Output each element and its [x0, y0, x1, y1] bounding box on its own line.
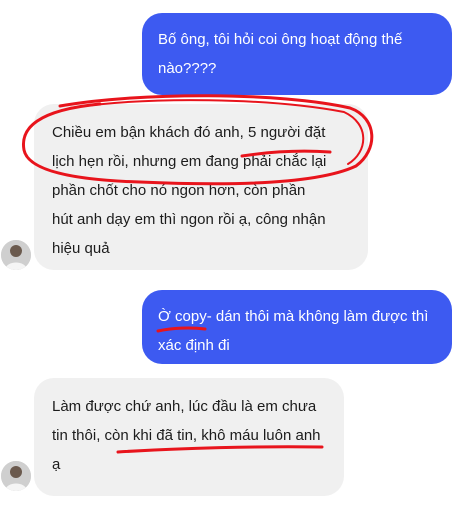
message-line: lịch hẹn rồi, nhưng em đang phải chắc lạ… — [52, 153, 327, 170]
person-icon — [1, 461, 31, 491]
message-line: nào???? — [158, 60, 217, 77]
message-line: xác định đi — [158, 337, 230, 354]
person-icon — [1, 240, 31, 270]
message-incoming[interactable]: Chiều em bận khách đó anh, 5 người đặt l… — [34, 104, 368, 270]
contact-avatar[interactable] — [1, 461, 31, 491]
message-outgoing[interactable]: Ờ copy- dán thôi mà không làm được thì x… — [142, 290, 452, 364]
message-line: Chiều em bận khách đó anh, 5 người đặt — [52, 124, 326, 141]
message-line: hiệu quả — [52, 240, 110, 257]
message-line: tin thôi, còn khi đã tin, khô máu luôn a… — [52, 427, 321, 444]
message-line: Làm được chứ anh, lúc đầu là em chưa — [52, 398, 317, 415]
contact-avatar[interactable] — [1, 240, 31, 270]
message-incoming[interactable]: Làm được chứ anh, lúc đầu là em chưa tin… — [34, 378, 344, 496]
message-outgoing[interactable]: Bố ông, tôi hỏi coi ông hoạt động thế nà… — [142, 13, 452, 95]
message-line: Bố ông, tôi hỏi coi ông hoạt động thế — [158, 31, 403, 48]
message-line: hút anh dạy em thì ngon rồi ạ, công nhận — [52, 211, 326, 228]
message-line: ạ — [52, 456, 61, 473]
message-line: Ờ copy- dán thôi mà không làm được thì — [158, 308, 429, 325]
message-line: phần chốt cho nó ngon hơn, còn phần — [52, 182, 306, 199]
